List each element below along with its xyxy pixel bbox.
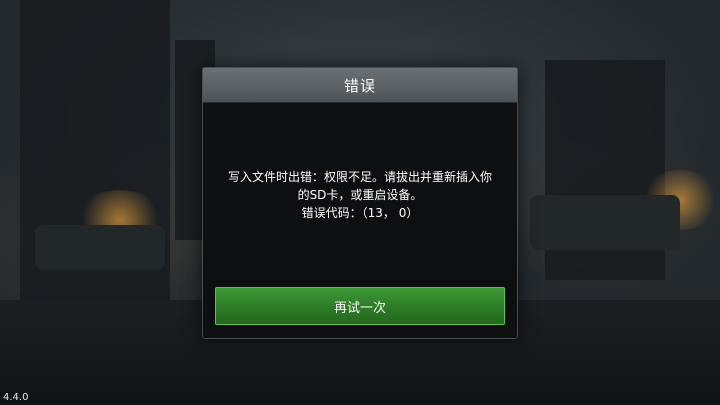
- version-label: 4.4.0: [3, 392, 29, 403]
- error-message-line-2: 的SD卡，或重启设备。: [297, 188, 423, 202]
- error-dialog: 错误 写入文件时出错：权限不足。请拔出并重新插入你 的SD卡，或重启设备。 错误…: [202, 67, 518, 339]
- error-message-line-1: 写入文件时出错：权限不足。请拔出并重新插入你: [227, 170, 492, 184]
- error-code: 错误代码：（13， 0）: [301, 206, 419, 220]
- dialog-title: 错误: [343, 76, 376, 95]
- tank-silhouette-left: [35, 225, 165, 270]
- tank-silhouette-right: [530, 195, 680, 250]
- dialog-header: 错误: [203, 68, 517, 103]
- error-message: 写入文件时出错：权限不足。请拔出并重新插入你 的SD卡，或重启设备。 错误代码：…: [217, 168, 503, 222]
- retry-button[interactable]: 再试一次: [215, 287, 505, 325]
